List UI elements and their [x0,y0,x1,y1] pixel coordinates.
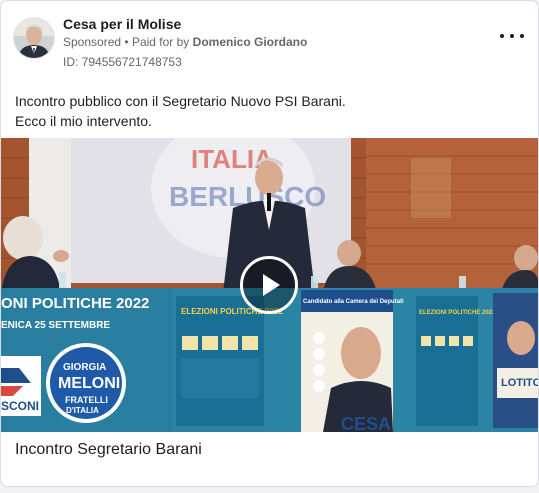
video-caption: Incontro Segretario Barani [15,441,202,458]
post-header: Cesa per il Molise Sponsored • Paid for … [13,13,526,73]
banner-left-text: ONI POLITICHE 2022 [1,295,149,312]
play-icon [263,274,280,296]
page-avatar[interactable] [13,17,55,59]
video-player[interactable]: ITALIA BERLUSCO ONI POLITICHE 2022 ENICA… [1,138,539,432]
poster-far-right-name: LOTITO [501,377,539,389]
play-button[interactable] [240,256,298,314]
body-line-2: Ecco il mio intervento. [15,113,152,129]
party-italia-text: D'ITALIA [66,406,99,415]
funder-name[interactable]: Domenico Giordano [193,35,308,49]
poster-right-title: ELEZIONI POLITICHE 2022 [419,310,496,316]
page-name[interactable]: Cesa per il Molise [63,16,181,32]
party-giorgia-text: GIORGIA [63,362,106,373]
avatar-portrait-icon [14,18,54,58]
ad-id: ID: 794556721748753 [63,55,182,69]
dot [500,34,504,38]
sponsored-label: Sponsored [63,35,122,49]
more-options-icon[interactable] [500,29,524,43]
banner-date-text: ENICA 25 SETTEMBRE [1,320,110,331]
party-meloni-text: MELONI [58,375,120,392]
dot [520,34,524,38]
paid-for-label: Paid for by [131,35,190,49]
sponsored-post-card: Cesa per il Molise Sponsored • Paid for … [0,0,539,487]
poster-candidate-title: Candidato alla Camera dei Deputati [303,299,404,305]
party-sconi-text: SCONI [1,399,39,413]
body-line-1: Incontro pubblico con il Segretario Nuov… [15,93,346,109]
poster-candidate-name: CESA [341,414,391,432]
post-body-text: Incontro pubblico con il Segretario Nuov… [15,91,524,131]
party-fratelli-text: FRATELLI [65,395,108,405]
separator-dot: • [124,35,129,49]
sponsorship-line: Sponsored • Paid for by Domenico Giordan… [63,35,307,49]
dot [510,34,514,38]
